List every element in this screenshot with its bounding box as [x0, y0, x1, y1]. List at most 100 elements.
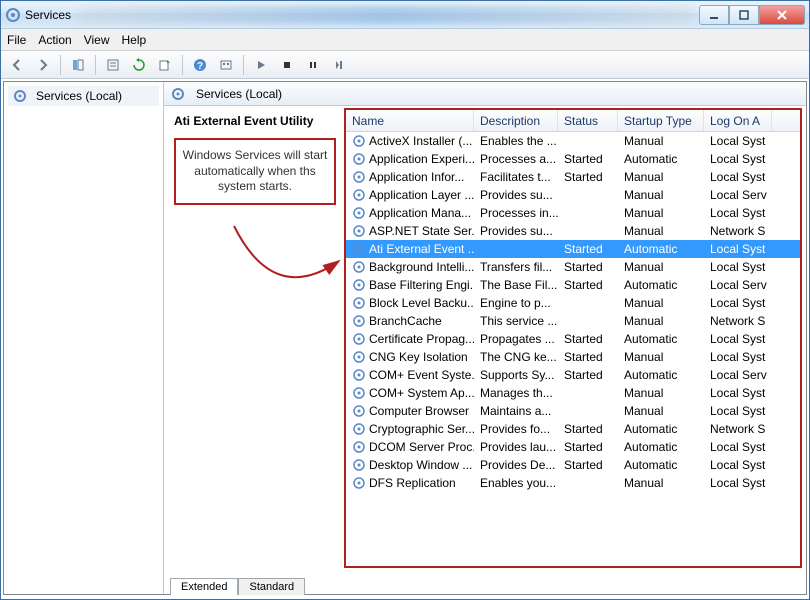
- service-row[interactable]: Desktop Window ...Provides De...StartedA…: [346, 456, 800, 474]
- detail-pane: Ati External Event Utility Windows Servi…: [164, 106, 344, 572]
- service-status: [558, 410, 618, 412]
- maximize-button[interactable]: [729, 5, 759, 25]
- close-button[interactable]: [759, 5, 805, 25]
- forward-button[interactable]: [31, 54, 55, 76]
- service-logon: Local Syst: [704, 295, 772, 311]
- service-status: Started: [558, 439, 618, 455]
- col-status[interactable]: Status: [558, 110, 618, 131]
- service-startup: Manual: [618, 403, 704, 419]
- service-logon: Local Serv: [704, 367, 772, 383]
- service-logon: Local Syst: [704, 349, 772, 365]
- gear-icon: [352, 386, 366, 400]
- service-description: Supports Sy...: [474, 367, 558, 383]
- gear-icon: [352, 476, 366, 490]
- menu-help[interactable]: Help: [122, 33, 147, 47]
- gear-icon: [352, 368, 366, 382]
- service-startup: Manual: [618, 259, 704, 275]
- service-row[interactable]: Background Intelli...Transfers fil...Sta…: [346, 258, 800, 276]
- right-header: Services (Local): [164, 82, 806, 106]
- service-status: Started: [558, 349, 618, 365]
- service-row[interactable]: DFS ReplicationEnables you...ManualLocal…: [346, 474, 800, 492]
- services-app-icon: [5, 7, 21, 23]
- service-description: Processes a...: [474, 151, 558, 167]
- menu-action[interactable]: Action: [38, 33, 71, 47]
- gear-icon: [352, 440, 366, 454]
- service-row[interactable]: ActiveX Installer (...Enables the ...Man…: [346, 132, 800, 150]
- service-logon: Local Syst: [704, 439, 772, 455]
- service-row[interactable]: Application Layer ...Provides su...Manua…: [346, 186, 800, 204]
- service-row[interactable]: DCOM Server Proc...Provides lau...Starte…: [346, 438, 800, 456]
- service-description: Enables the ...: [474, 133, 558, 149]
- service-row[interactable]: Ati External Event ...StartedAutomaticLo…: [346, 240, 800, 258]
- body-area: Services (Local) Services (Local) Ati Ex…: [1, 79, 809, 599]
- console-tree-button[interactable]: [214, 54, 238, 76]
- gear-icon: [352, 350, 366, 364]
- service-name: Desktop Window ...: [369, 458, 472, 472]
- export-list-button[interactable]: [153, 54, 177, 76]
- menu-view[interactable]: View: [84, 33, 110, 47]
- list-header[interactable]: Name Description Status Startup Type Log…: [346, 110, 800, 132]
- service-logon: Local Syst: [704, 475, 772, 491]
- service-row[interactable]: Block Level Backu...Engine to p...Manual…: [346, 294, 800, 312]
- minimize-button[interactable]: [699, 5, 729, 25]
- services-list[interactable]: Name Description Status Startup Type Log…: [344, 108, 802, 568]
- start-service-button[interactable]: [249, 54, 273, 76]
- console-tree-pane[interactable]: Services (Local): [4, 82, 164, 594]
- tab-extended[interactable]: Extended: [170, 578, 238, 595]
- service-row[interactable]: Application Experi...Processes a...Start…: [346, 150, 800, 168]
- service-logon: Local Syst: [704, 259, 772, 275]
- service-startup: Manual: [618, 133, 704, 149]
- service-startup: Manual: [618, 349, 704, 365]
- service-row[interactable]: Cryptographic Ser...Provides fo...Starte…: [346, 420, 800, 438]
- stop-service-button[interactable]: [275, 54, 299, 76]
- content-split: Ati External Event Utility Windows Servi…: [164, 106, 806, 572]
- service-row[interactable]: Certificate Propag...Propagates ...Start…: [346, 330, 800, 348]
- service-row[interactable]: Computer BrowserMaintains a...ManualLoca…: [346, 402, 800, 420]
- titlebar[interactable]: Services: [1, 1, 809, 29]
- service-name: Application Layer ...: [369, 188, 474, 202]
- service-logon: Network S: [704, 421, 772, 437]
- service-description: Transfers fil...: [474, 259, 558, 275]
- tab-standard[interactable]: Standard: [238, 578, 305, 595]
- right-pane: Services (Local) Ati External Event Util…: [164, 82, 806, 594]
- list-body[interactable]: ActiveX Installer (...Enables the ...Man…: [346, 132, 800, 566]
- properties-button[interactable]: [101, 54, 125, 76]
- service-name: Computer Browser: [369, 404, 469, 418]
- service-startup: Automatic: [618, 367, 704, 383]
- service-row[interactable]: CNG Key IsolationThe CNG ke...StartedMan…: [346, 348, 800, 366]
- col-logon[interactable]: Log On A: [704, 110, 772, 131]
- tree-root-services-local[interactable]: Services (Local): [8, 86, 159, 106]
- service-row[interactable]: COM+ System Ap...Manages th...ManualLoca…: [346, 384, 800, 402]
- col-name[interactable]: Name: [346, 110, 474, 131]
- service-row[interactable]: COM+ Event Syste...Supports Sy...Started…: [346, 366, 800, 384]
- show-hide-tree-button[interactable]: [66, 54, 90, 76]
- back-button[interactable]: [5, 54, 29, 76]
- service-row[interactable]: Application Infor...Facilitates t...Star…: [346, 168, 800, 186]
- service-status: [558, 194, 618, 196]
- pause-service-button[interactable]: [301, 54, 325, 76]
- service-startup: Manual: [618, 169, 704, 185]
- service-row[interactable]: Application Mana...Processes in...Manual…: [346, 204, 800, 222]
- col-description[interactable]: Description: [474, 110, 558, 131]
- refresh-button[interactable]: [127, 54, 151, 76]
- svg-text:?: ?: [197, 61, 203, 72]
- service-status: Started: [558, 421, 618, 437]
- service-description: Provides fo...: [474, 421, 558, 437]
- service-name: Application Mana...: [369, 206, 471, 220]
- menu-file[interactable]: File: [7, 33, 26, 47]
- service-status: [558, 320, 618, 322]
- help-button[interactable]: ?: [188, 54, 212, 76]
- gear-icon: [352, 332, 366, 346]
- service-row[interactable]: ASP.NET State Ser...Provides su...Manual…: [346, 222, 800, 240]
- service-status: Started: [558, 457, 618, 473]
- service-row[interactable]: BranchCacheThis service ...ManualNetwork…: [346, 312, 800, 330]
- service-logon: Local Syst: [704, 331, 772, 347]
- col-startup[interactable]: Startup Type: [618, 110, 704, 131]
- service-description: This service ...: [474, 313, 558, 329]
- restart-service-button[interactable]: [327, 54, 351, 76]
- gear-icon: [352, 170, 366, 184]
- service-row[interactable]: Base Filtering Engi...The Base Fil...Sta…: [346, 276, 800, 294]
- service-startup: Automatic: [618, 151, 704, 167]
- service-name: BranchCache: [369, 314, 442, 328]
- service-logon: Local Syst: [704, 385, 772, 401]
